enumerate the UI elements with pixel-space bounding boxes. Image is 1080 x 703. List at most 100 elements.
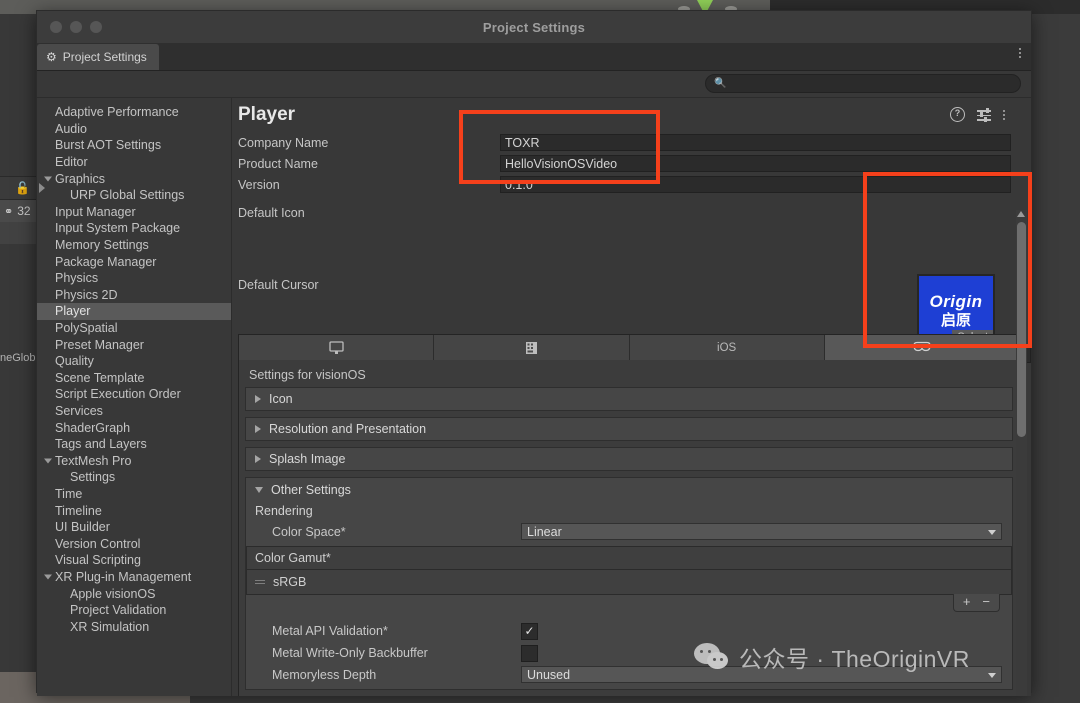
sidebar-item-label: XR Plug-in Management: [55, 569, 192, 584]
sidebar-item-label: Settings: [70, 470, 116, 485]
search-box[interactable]: 🔍: [705, 74, 1021, 93]
sidebar-item-scene-template[interactable]: Scene Template: [37, 370, 231, 387]
sidebar-item-textmesh-pro[interactable]: TextMesh Pro: [37, 452, 231, 469]
color-space-label: Color Space*: [272, 524, 346, 539]
sidebar-item-xr-plug-in-management[interactable]: XR Plug-in Management: [37, 569, 231, 586]
color-space-dropdown[interactable]: Linear: [521, 523, 1002, 540]
tab-options-kebab-icon[interactable]: [1019, 48, 1021, 58]
sidebar-item-urp-global-settings[interactable]: URP Global Settings: [37, 187, 231, 204]
desktop-icon: [328, 340, 344, 354]
sidebar-item-input-manager[interactable]: Input Manager: [37, 204, 231, 221]
sidebar-item-settings[interactable]: Settings: [37, 469, 231, 486]
drag-handle-icon[interactable]: [255, 579, 265, 585]
sidebar-item-version-control[interactable]: Version Control: [37, 535, 231, 552]
sidebar-item-project-validation[interactable]: Project Validation: [37, 602, 231, 619]
eye-off-icon[interactable]: ⚭: [4, 205, 13, 218]
preset-icon[interactable]: [977, 108, 991, 122]
chevron-right-icon: [255, 455, 261, 463]
color-gamut-item[interactable]: sRGB: [247, 570, 1011, 594]
color-gamut-list: Color Gamut* sRGB: [246, 546, 1012, 595]
lock-icon[interactable]: 🔓: [15, 181, 30, 195]
sidebar-item-label: Input System Package: [55, 221, 181, 236]
sidebar-item-shadergraph[interactable]: ShaderGraph: [37, 419, 231, 436]
add-gamut-button[interactable]: +: [963, 595, 971, 608]
tab-visionos[interactable]: [824, 335, 1019, 360]
chevron-down-icon[interactable]: [44, 574, 52, 580]
sidebar-item-label: Time: [55, 486, 83, 501]
sidebar-item-physics[interactable]: Physics: [37, 270, 231, 287]
sidebar-item-label: PolySpatial: [55, 321, 118, 336]
sidebar-item-apple-visionos[interactable]: Apple visionOS: [37, 585, 231, 602]
sidebar-item-burst-aot-settings[interactable]: Burst AOT Settings: [37, 137, 231, 154]
metal-api-validation-checkbox[interactable]: ✓: [521, 622, 538, 640]
content-header: Player ?: [232, 98, 1031, 132]
platform-tabs[interactable]: iOS: [239, 335, 1019, 360]
sidebar-item-xr-simulation[interactable]: XR Simulation: [37, 618, 231, 635]
chevron-down-icon: [988, 673, 996, 678]
sidebar-item-graphics[interactable]: Graphics: [37, 170, 231, 187]
sidebar-item-timeline[interactable]: Timeline: [37, 502, 231, 519]
foldout-label: Splash Image: [269, 452, 346, 466]
chevron-down-icon[interactable]: [44, 176, 52, 182]
metal-write-only-label: Metal Write-Only Backbuffer: [272, 646, 428, 660]
sidebar-item-services[interactable]: Services: [37, 403, 231, 420]
sidebar-item-label: XR Simulation: [70, 619, 150, 634]
content-scrollbar[interactable]: [1016, 210, 1027, 696]
product-name-label: Product Name: [238, 156, 318, 171]
foldout-label: Resolution and Presentation: [269, 422, 427, 436]
sidebar-item-label: Services: [55, 403, 103, 418]
sidebar-item-visual-scripting[interactable]: Visual Scripting: [37, 552, 231, 569]
sidebar-item-input-system-package[interactable]: Input System Package: [37, 220, 231, 237]
tab-android[interactable]: [434, 335, 630, 360]
sidebar-item-tags-and-layers[interactable]: Tags and Layers: [37, 436, 231, 453]
sidebar-item-physics-2d[interactable]: Physics 2D: [37, 287, 231, 304]
foldout-resolution-and-presentation[interactable]: Resolution and Presentation: [245, 417, 1013, 441]
settings-category-sidebar[interactable]: Adaptive Performance Audio Burst AOT Setti…: [37, 98, 232, 696]
company-name-label: Company Name: [238, 135, 329, 150]
chevron-down-icon[interactable]: [44, 458, 52, 464]
foldout-label: Icon: [269, 392, 293, 406]
sidebar-item-script-execution-order[interactable]: Script Execution Order: [37, 386, 231, 403]
search-input[interactable]: [730, 76, 1015, 91]
other-settings-header[interactable]: Other Settings: [246, 478, 1012, 502]
tab-strip: ⚙ Project Settings: [37, 44, 1031, 71]
sidebar-item-label: Project Validation: [70, 603, 167, 618]
sidebar-item-label: Apple visionOS: [70, 586, 156, 601]
sidebar-item-memory-settings[interactable]: Memory Settings: [37, 237, 231, 254]
tab-project-settings[interactable]: ⚙ Project Settings: [37, 44, 159, 70]
version-input[interactable]: [500, 176, 1011, 193]
chevron-down-icon: [988, 530, 996, 535]
sidebar-item-package-manager[interactable]: Package Manager: [37, 253, 231, 270]
color-gamut-label: Color Gamut*: [247, 547, 1011, 570]
project-settings-window: Project Settings ⚙ Project Settings 🔍 Ad…: [36, 10, 1032, 696]
player-settings-content: Player ? Company Name Product Name Version…: [232, 98, 1031, 696]
header-icon-group[interactable]: ?: [950, 107, 1005, 122]
product-name-input[interactable]: [500, 155, 1011, 172]
sidebar-item-preset-manager[interactable]: Preset Manager: [37, 336, 231, 353]
watermark-text: 公众号 · TheOriginVR: [739, 646, 970, 672]
sidebar-item-time[interactable]: Time: [37, 486, 231, 503]
sidebar-item-quality[interactable]: Quality: [37, 353, 231, 370]
tab-ios[interactable]: iOS: [629, 335, 825, 360]
sidebar-item-adaptive-performance[interactable]: Adaptive Performance: [37, 104, 231, 121]
sidebar-item-audio[interactable]: Audio: [37, 121, 231, 138]
foldout-icon[interactable]: Icon: [245, 387, 1013, 411]
sidebar-item-polyspatial[interactable]: PolySpatial: [37, 320, 231, 337]
scroll-up-arrow-icon[interactable]: [1017, 211, 1025, 217]
help-icon[interactable]: ?: [950, 107, 965, 122]
sidebar-item-ui-builder[interactable]: UI Builder: [37, 519, 231, 536]
foldout-splash-image[interactable]: Splash Image: [245, 447, 1013, 471]
color-gamut-list-controls: + −: [246, 594, 1012, 612]
window-titlebar[interactable]: Project Settings: [37, 11, 1031, 44]
sidebar-item-player[interactable]: Player: [37, 303, 231, 320]
gear-icon: ⚙: [46, 50, 57, 64]
sidebar-item-editor[interactable]: Editor: [37, 154, 231, 171]
metal-write-only-checkbox[interactable]: [521, 644, 538, 662]
company-name-input[interactable]: [500, 134, 1011, 151]
visionos-headset-icon: [913, 341, 931, 352]
scrollbar-thumb[interactable]: [1017, 222, 1026, 437]
tab-standalone[interactable]: [239, 335, 435, 360]
watermark: 公众号 · TheOriginVR: [694, 640, 970, 674]
kebab-icon[interactable]: [1003, 109, 1005, 120]
remove-gamut-button[interactable]: −: [982, 595, 990, 608]
